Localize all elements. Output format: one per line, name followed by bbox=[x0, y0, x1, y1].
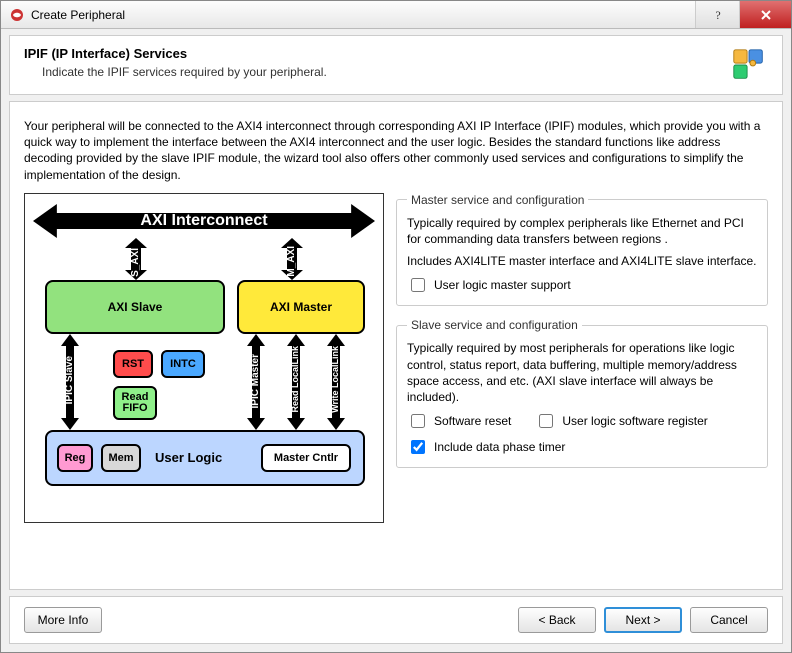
master-cntlr-box: Master Cntlr bbox=[261, 444, 351, 472]
puzzle-icon bbox=[730, 46, 768, 84]
ipic-master-label: IPIC Master bbox=[250, 354, 261, 408]
user-logic-master-support-checkbox[interactable] bbox=[411, 278, 425, 292]
user-logic-software-register-label[interactable]: User logic software register bbox=[535, 411, 707, 431]
intc-box: INTC bbox=[161, 350, 205, 378]
master-legend: Master service and configuration bbox=[407, 193, 588, 207]
app-icon bbox=[9, 7, 25, 23]
master-desc-1: Typically required by complex peripheral… bbox=[407, 215, 757, 247]
window-title: Create Peripheral bbox=[31, 8, 695, 22]
axi-slave-label: AXI Slave bbox=[108, 300, 163, 314]
rst-box: RST bbox=[113, 350, 153, 378]
master-service-group: Master service and configuration Typical… bbox=[396, 193, 768, 307]
axi-master-box: AXI Master bbox=[237, 280, 365, 334]
axi-slave-box: AXI Slave bbox=[45, 280, 225, 334]
interconnect-label: AXI Interconnect bbox=[33, 212, 375, 230]
content-area: Your peripheral will be connected to the… bbox=[9, 101, 783, 590]
page-title: IPIF (IP Interface) Services bbox=[24, 46, 730, 61]
slave-desc: Typically required by most peripherals f… bbox=[407, 340, 757, 405]
back-button[interactable]: < Back bbox=[518, 607, 596, 633]
user-logic-master-support-label[interactable]: User logic master support bbox=[407, 275, 571, 295]
read-locallink-label: Read LocalLink bbox=[290, 346, 300, 413]
help-button[interactable]: ? bbox=[695, 1, 739, 28]
cancel-button[interactable]: Cancel bbox=[690, 607, 768, 633]
axi-master-label: AXI Master bbox=[270, 300, 332, 314]
user-logic-software-register-checkbox[interactable] bbox=[539, 414, 553, 428]
m-axi-label: M_AXI bbox=[286, 246, 297, 277]
slave-service-group: Slave service and configuration Typicall… bbox=[396, 318, 768, 468]
include-data-phase-timer-label[interactable]: Include data phase timer bbox=[407, 437, 565, 457]
ipic-slave-label: IPIC Slave bbox=[64, 356, 75, 404]
next-button[interactable]: Next > bbox=[604, 607, 682, 633]
page-subtitle: Indicate the IPIF services required by y… bbox=[42, 65, 730, 79]
mem-box: Mem bbox=[101, 444, 141, 472]
include-data-phase-timer-checkbox[interactable] bbox=[411, 440, 425, 454]
svg-text:?: ? bbox=[715, 8, 720, 22]
software-reset-label[interactable]: Software reset bbox=[407, 411, 511, 431]
intro-text: Your peripheral will be connected to the… bbox=[24, 118, 768, 183]
read-fifo-box: Read FIFO bbox=[113, 386, 157, 420]
wizard-footer: More Info < Back Next > Cancel bbox=[9, 596, 783, 644]
master-desc-2: Includes AXI4LITE master interface and A… bbox=[407, 253, 757, 269]
software-reset-checkbox[interactable] bbox=[411, 414, 425, 428]
user-logic-label: User Logic bbox=[155, 450, 222, 465]
slave-legend: Slave service and configuration bbox=[407, 318, 582, 332]
more-info-button[interactable]: More Info bbox=[24, 607, 102, 633]
close-button[interactable] bbox=[739, 1, 791, 28]
s-axi-label: S_AXI bbox=[130, 248, 141, 277]
wizard-header: IPIF (IP Interface) Services Indicate th… bbox=[9, 35, 783, 95]
ipif-diagram: AXI Interconnect S_AXI M_AXI AXI Slave A… bbox=[24, 193, 384, 523]
reg-box: Reg bbox=[57, 444, 93, 472]
title-bar: Create Peripheral ? bbox=[1, 1, 791, 29]
write-locallink-label: Write LocalLink bbox=[330, 346, 340, 413]
